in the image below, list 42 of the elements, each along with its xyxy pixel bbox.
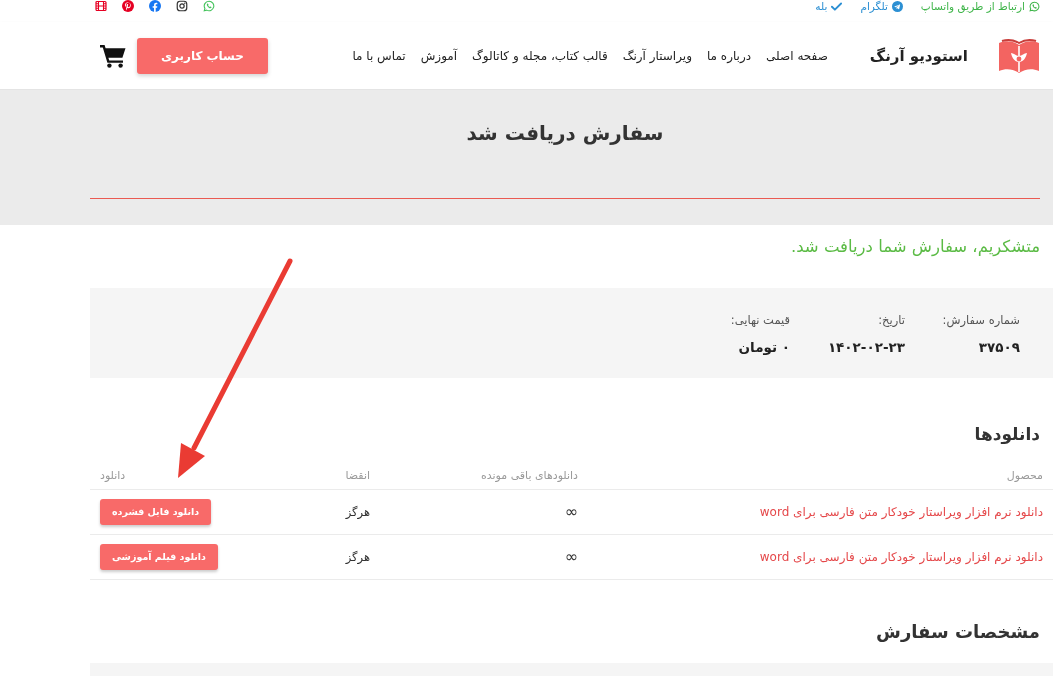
- nav-link[interactable]: تماس با ما: [352, 48, 406, 63]
- nav-link[interactable]: صفحه اصلی: [766, 48, 828, 63]
- summary-label: شماره سفارش:: [942, 312, 1020, 328]
- contact-link[interactable]: بله: [815, 0, 828, 12]
- column-header: محصول: [1006, 468, 1043, 482]
- section-heading: مشخصات سفارش: [875, 620, 1040, 643]
- column-header: دانلودهای باقی مونده: [481, 468, 578, 482]
- nav-link[interactable]: قالب کتاب، مجله و کاتالوگ: [472, 48, 608, 63]
- success-message: متشکریم، سفارش شما دریافت شد.: [789, 236, 1040, 258]
- download-button[interactable]: دانلود فیلم آموزشی: [100, 543, 218, 570]
- column-header: انقضا: [345, 468, 370, 482]
- pinterest-icon[interactable]: [122, 0, 134, 12]
- column-header: دانلود: [100, 468, 126, 482]
- telegram-icon: [891, 0, 903, 12]
- facebook-icon[interactable]: [149, 0, 161, 12]
- account-button[interactable]: حساب کاربری: [137, 37, 268, 74]
- summary-value: ۰ تومان: [738, 338, 790, 356]
- nav-link[interactable]: آموزش: [420, 48, 458, 63]
- summary-value: ۳۷۵۰۹: [978, 338, 1020, 356]
- download-button[interactable]: دانلود فایل فشرده: [100, 498, 212, 525]
- site-title[interactable]: استودیو آرنگ: [869, 46, 968, 65]
- summary-label: قیمت نهایی:: [730, 312, 790, 328]
- remaining-downloads: ∞: [564, 547, 578, 566]
- product-link[interactable]: دانلود نرم افزار ویراستار خودکار متن فارسی برای word: [759, 504, 1043, 519]
- contact-link[interactable]: ارتباط از طریق واتساپ: [920, 0, 1025, 12]
- expiry-text: هرگز: [345, 504, 370, 519]
- product-link[interactable]: دانلود نرم افزار ویراستار خودکار متن فارسی برای word: [759, 549, 1043, 564]
- contact-link[interactable]: تلگرام: [860, 0, 888, 12]
- page-title: سفارش دریافت شد: [465, 120, 665, 146]
- expiry-text: هرگز: [345, 549, 370, 564]
- open-book-icon: [998, 37, 1040, 74]
- nav-link[interactable]: درباره ما: [706, 48, 752, 63]
- summary-label: تاریخ:: [878, 312, 905, 328]
- film-icon[interactable]: [95, 0, 107, 12]
- section-heading: دانلودها: [973, 423, 1040, 445]
- summary-value: ۱۴۰۲-۰۲-۲۳: [827, 338, 905, 356]
- whatsapp-icon: [1029, 0, 1040, 12]
- instagram-icon[interactable]: [176, 0, 188, 12]
- remaining-downloads: ∞: [564, 502, 578, 521]
- cart-icon[interactable]: [100, 43, 126, 68]
- check-icon: [831, 0, 843, 12]
- nav-link[interactable]: ویراستار آرنگ: [622, 48, 692, 63]
